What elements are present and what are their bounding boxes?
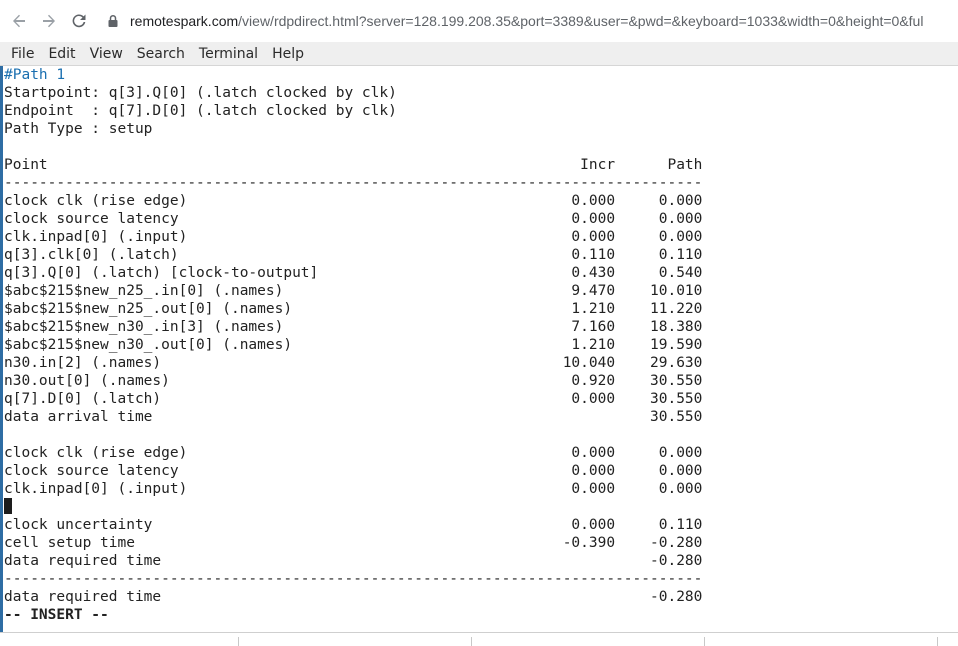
url-host: remotespark.com: [130, 13, 239, 29]
timing-row: $abc$215$new_n30_.in[3] (.names) 7.160 1…: [4, 319, 703, 335]
timing-row: q[7].D[0] (.latch) 0.000 30.550: [4, 391, 703, 407]
endpoint-line: Endpoint : q[7].D[0] (.latch clocked by …: [4, 103, 397, 119]
vim-mode-indicator: -- INSERT --: [4, 607, 109, 623]
separator-line: ----------------------------------------…: [4, 175, 703, 191]
menu-terminal[interactable]: Terminal: [192, 43, 265, 65]
timing-row: clock clk (rise edge) 0.000 0.000: [4, 193, 703, 209]
timing-row: cell setup time -0.390 -0.280: [4, 535, 703, 551]
path-type-line: Path Type : setup: [4, 121, 153, 137]
reload-icon[interactable]: [68, 10, 90, 32]
timing-row: q[3].Q[0] (.latch) [clock-to-output] 0.4…: [4, 265, 703, 281]
terminal-menubar: File Edit View Search Terminal Help: [0, 42, 958, 66]
lock-icon[interactable]: [106, 14, 120, 28]
timing-row: $abc$215$new_n30_.out[0] (.names) 1.210 …: [4, 337, 703, 353]
bottom-status-strip: [0, 632, 958, 646]
column-header-line: Point Incr Path: [4, 157, 703, 173]
cursor-line: [4, 498, 958, 516]
timing-row: n30.in[2] (.names) 10.040 29.630: [4, 355, 703, 371]
startpoint-line: Startpoint: q[3].Q[0] (.latch clocked by…: [4, 85, 397, 101]
timing-row: q[3].clk[0] (.latch) 0.110 0.110: [4, 247, 703, 263]
menu-view[interactable]: View: [83, 43, 130, 65]
back-arrow-icon[interactable]: [8, 10, 30, 32]
forward-arrow-icon[interactable]: [38, 10, 60, 32]
text-cursor: [4, 498, 12, 514]
data-arrival-time-row: data arrival time 30.550: [4, 409, 703, 425]
url-path: /view/rdpdirect.html?server=128.199.208.…: [238, 13, 924, 29]
menu-file[interactable]: File: [4, 43, 41, 65]
menu-edit[interactable]: Edit: [41, 43, 82, 65]
path-heading: #Path 1: [4, 67, 66, 83]
browser-toolbar: remotespark.com/view/rdpdirect.html?serv…: [0, 0, 958, 42]
timing-row: clk.inpad[0] (.input) 0.000 0.000: [4, 481, 703, 497]
timing-row: clock source latency 0.000 0.000: [4, 463, 703, 479]
address-bar[interactable]: remotespark.com/view/rdpdirect.html?serv…: [130, 13, 958, 29]
timing-row: clk.inpad[0] (.input) 0.000 0.000: [4, 229, 703, 245]
data-required-time-row: data required time -0.280: [4, 589, 703, 605]
data-required-time-row: data required time -0.280: [4, 553, 703, 569]
timing-row: n30.out[0] (.names) 0.920 30.550: [4, 373, 703, 389]
timing-row: $abc$215$new_n25_.in[0] (.names) 9.470 1…: [4, 283, 703, 299]
timing-row: clock source latency 0.000 0.000: [4, 211, 703, 227]
terminal-text-area[interactable]: #Path 1 Startpoint: q[3].Q[0] (.latch cl…: [0, 66, 958, 632]
timing-row: $abc$215$new_n25_.out[0] (.names) 1.210 …: [4, 301, 703, 317]
timing-row: clock uncertainty 0.000 0.110: [4, 517, 703, 533]
menu-help[interactable]: Help: [265, 43, 311, 65]
separator-line: ----------------------------------------…: [4, 571, 703, 587]
timing-row: clock clk (rise edge) 0.000 0.000: [4, 445, 703, 461]
menu-search[interactable]: Search: [130, 43, 192, 65]
